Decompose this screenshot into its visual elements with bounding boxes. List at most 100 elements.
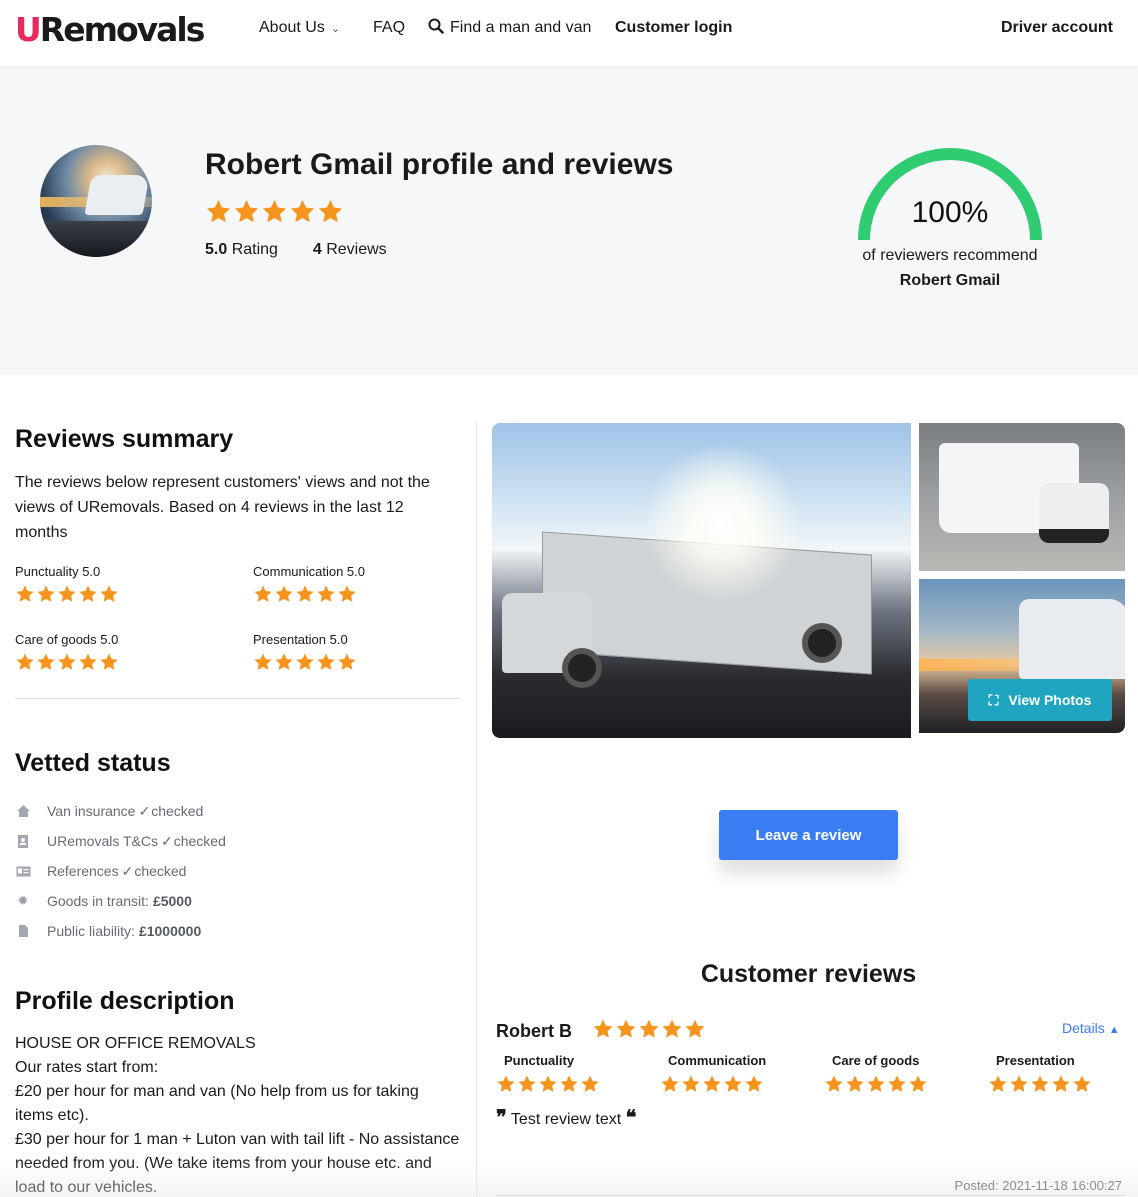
recommend-text: of reviewers recommend bbox=[862, 247, 1038, 264]
star-icon bbox=[517, 1074, 537, 1094]
house-icon bbox=[15, 803, 31, 819]
star-icon bbox=[316, 584, 336, 604]
review-body: Test review text bbox=[510, 1111, 622, 1128]
star-icon bbox=[253, 584, 273, 604]
check-icon: ✓ bbox=[161, 832, 173, 849]
star-icon bbox=[337, 652, 357, 672]
review-care-of-goods: Care of goods bbox=[824, 1053, 928, 1097]
vetted-list: Van insurance ✓ checked URemovals T&Cs ✓ che… bbox=[15, 796, 226, 946]
reviews-summary-text: The reviews below represent customers' v… bbox=[15, 474, 430, 541]
review-posted-date: Posted: 2021-11-18 16:00:27 bbox=[954, 1178, 1122, 1193]
review-rating-stars bbox=[592, 1018, 706, 1040]
section-divider bbox=[15, 698, 460, 699]
quote-close-icon: ❝ bbox=[625, 1105, 637, 1129]
details-label: Details bbox=[1062, 1020, 1105, 1036]
summary-care-of-goods: Care of goods 5.0 bbox=[15, 632, 119, 675]
review-details-toggle[interactable]: Details ▲ bbox=[1062, 1020, 1120, 1036]
uremovals-logo[interactable]: URemovals bbox=[15, 12, 205, 48]
star-icon bbox=[36, 584, 56, 604]
vetted-label: Public liability: bbox=[47, 923, 135, 939]
profile-line: £30 per hour for 1 man + Luton van with … bbox=[15, 1131, 460, 1196]
vetted-check-text: checked bbox=[151, 803, 204, 819]
chevron-down-icon: ⌄ bbox=[330, 23, 341, 35]
review-communication: Communication bbox=[660, 1053, 766, 1097]
document-person-icon bbox=[15, 833, 31, 849]
profile-line: HOUSE OR OFFICE REMOVALS bbox=[15, 1035, 256, 1052]
nav-faq[interactable]: FAQ bbox=[373, 18, 405, 38]
star-icon bbox=[744, 1074, 764, 1094]
star-icon bbox=[316, 652, 336, 672]
star-icon bbox=[99, 652, 119, 672]
nav-driver-account[interactable]: Driver account bbox=[1001, 18, 1113, 38]
nav-find-man-and-van[interactable]: Find a man and van bbox=[428, 18, 591, 38]
criterion-stars bbox=[253, 584, 357, 604]
star-icon bbox=[681, 1074, 701, 1094]
star-icon bbox=[1072, 1074, 1092, 1094]
vetted-check-text: checked bbox=[173, 833, 226, 849]
star-icon bbox=[15, 652, 35, 672]
gallery-main-photo[interactable] bbox=[492, 423, 911, 738]
criterion-stars bbox=[496, 1074, 600, 1094]
star-icon bbox=[15, 584, 35, 604]
review-text: ❞ Test review text ❝ bbox=[496, 1105, 636, 1129]
criterion-stars bbox=[15, 652, 119, 672]
star-icon bbox=[660, 1074, 680, 1094]
review-presentation: Presentation bbox=[988, 1053, 1092, 1097]
recommend-percent: 100% bbox=[911, 196, 989, 229]
star-icon bbox=[824, 1074, 844, 1094]
overall-rating-stars bbox=[205, 198, 344, 225]
rating-value: 5.0 bbox=[205, 241, 228, 258]
star-icon bbox=[615, 1018, 637, 1040]
star-icon bbox=[57, 652, 77, 672]
search-icon bbox=[428, 18, 444, 34]
vetted-item-public-liability: Public liability: £1000000 bbox=[15, 916, 226, 946]
recommend-name: Robert Gmail bbox=[899, 272, 1001, 289]
star-icon bbox=[684, 1018, 706, 1040]
star-icon bbox=[638, 1018, 660, 1040]
star-icon bbox=[233, 198, 260, 225]
rating-label: Rating bbox=[231, 241, 278, 258]
view-photos-button[interactable]: ⛶ View Photos bbox=[968, 679, 1112, 721]
avatar bbox=[40, 145, 152, 257]
criterion-label: Punctuality 5.0 bbox=[15, 564, 101, 579]
criterion-label: Presentation 5.0 bbox=[253, 632, 348, 647]
star-icon bbox=[559, 1074, 579, 1094]
nav-customer-login[interactable]: Customer login bbox=[615, 18, 732, 38]
vetted-check-text: checked bbox=[134, 863, 187, 879]
star-icon bbox=[592, 1018, 614, 1040]
star-icon bbox=[295, 584, 315, 604]
gear-badge-icon: ✹ bbox=[17, 893, 29, 908]
review-divider bbox=[496, 1195, 1126, 1196]
leave-review-button[interactable]: Leave a review bbox=[719, 810, 898, 860]
star-icon bbox=[866, 1074, 886, 1094]
summary-communication: Communication 5.0 bbox=[253, 564, 365, 607]
profile-line: Our rates start from: bbox=[15, 1059, 159, 1076]
vetted-item-goods-in-transit: ✹ Goods in transit: £5000 bbox=[15, 886, 226, 916]
star-icon bbox=[317, 198, 344, 225]
star-icon bbox=[57, 584, 77, 604]
star-icon bbox=[205, 198, 232, 225]
star-icon bbox=[78, 584, 98, 604]
star-icon bbox=[253, 652, 273, 672]
quote-open-icon: ❞ bbox=[496, 1105, 507, 1129]
check-icon: ✓ bbox=[138, 802, 151, 819]
criterion-stars bbox=[988, 1074, 1092, 1094]
star-icon bbox=[261, 198, 288, 225]
reviews-summary-title: Reviews summary bbox=[15, 425, 234, 453]
star-icon bbox=[723, 1074, 743, 1094]
summary-punctuality: Punctuality 5.0 bbox=[15, 564, 119, 607]
rating-summary: 5.0 Rating 4 Reviews bbox=[205, 241, 387, 259]
vetted-value: £1000000 bbox=[138, 923, 202, 939]
star-icon bbox=[538, 1074, 558, 1094]
vetted-label: URemovals T&Cs bbox=[47, 833, 158, 849]
star-icon bbox=[887, 1074, 907, 1094]
nav-about-us[interactable]: About Us ⌄ bbox=[259, 18, 340, 39]
review-punctuality: Punctuality bbox=[496, 1053, 600, 1097]
vetted-label: Van insurance bbox=[47, 803, 136, 819]
profile-hero: Robert Gmail profile and reviews 5.0 Rat… bbox=[0, 66, 1138, 375]
star-icon bbox=[496, 1074, 516, 1094]
vetted-label: Goods in transit: bbox=[47, 893, 149, 909]
gallery-photo-2[interactable] bbox=[919, 423, 1125, 571]
star-icon bbox=[36, 652, 56, 672]
reviews-count: 4 bbox=[312, 241, 322, 258]
